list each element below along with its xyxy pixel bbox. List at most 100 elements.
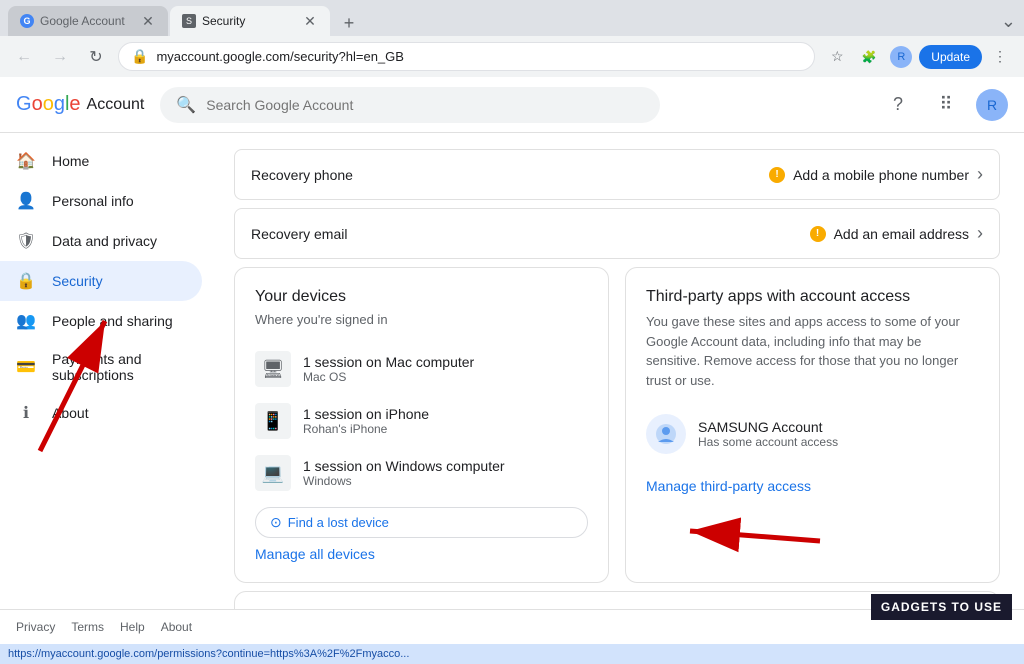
recovery-phone-action: Add a mobile phone number [793,167,969,183]
find-device-label: Find a lost device [288,515,389,530]
recovery-phone-status: ! Add a mobile phone number › [769,164,983,185]
tab-bar: G Google Account ✕ S Security ✕ + ⌄ [0,0,1024,36]
sidebar-label-privacy: Data and privacy [52,233,157,249]
footer-about-link[interactable]: About [161,620,192,634]
samsung-app-item: SAMSUNG Account Has some account access [646,406,979,462]
sidebar-item-payments[interactable]: 💳 Payments and subscriptions [0,341,202,393]
recovery-phone-row[interactable]: Recovery phone ! Add a mobile phone numb… [234,149,1000,200]
sidebar-item-home[interactable]: 🏠 Home [0,141,202,181]
device-info-iphone: 1 session on iPhone Rohan's iPhone [303,406,588,436]
back-button[interactable]: ← [10,43,38,71]
device-type-mac: Mac OS [303,370,588,384]
recovery-email-row[interactable]: Recovery email ! Add an email address › [234,208,1000,259]
manage-third-party-link[interactable]: Manage third-party access [646,478,979,494]
device-info-mac: 1 session on Mac computer Mac OS [303,354,588,384]
header-account-label: Account [87,96,145,114]
avatar[interactable]: R [976,89,1008,121]
info-icon: ℹ [16,403,36,423]
warning-dot-email: ! [810,226,826,242]
people-icon: 👥 [16,311,36,331]
sidebar-label-about: About [52,405,89,421]
home-icon: 🏠 [16,151,36,171]
warning-dot-phone: ! [769,167,785,183]
samsung-app-icon [646,414,686,454]
tab1-title: Google Account [40,14,134,28]
tab1-close[interactable]: ✕ [140,13,156,29]
recovery-phone-label: Recovery phone [251,167,769,183]
footer-help-link[interactable]: Help [120,620,145,634]
sidebar: 🏠 Home 👤 Personal info 🛡 Data and privac… [0,133,210,609]
device-name-iphone: 1 session on iPhone [303,406,588,422]
sidebar-item-security[interactable]: 🔒 Security [0,261,202,301]
logo-g2-letter: g [54,93,65,115]
tab2-title: Security [202,14,296,28]
sidebar-item-people-sharing[interactable]: 👥 People and sharing [0,301,202,341]
device-name-windows: 1 session on Windows computer [303,458,588,474]
search-input[interactable] [206,97,644,113]
devices-card: Your devices Where you're signed in 🖥 1 … [234,267,609,583]
payment-icon: 💳 [16,357,36,377]
sidebar-label-payments: Payments and subscriptions [52,351,186,383]
samsung-app-info: SAMSUNG Account Has some account access [698,419,979,449]
mac-icon: 🖥 [255,351,291,387]
status-bar: https://myaccount.google.com/permissions… [0,644,1024,664]
devices-card-subtitle: Where you're signed in [255,312,588,327]
tab-overflow-button[interactable]: ⌄ [1001,11,1016,32]
sidebar-item-data-privacy[interactable]: 🛡 Data and privacy [0,221,202,261]
device-type-iphone: Rohan's iPhone [303,422,588,436]
chevron-right-email: › [977,223,983,244]
third-party-description: You gave these sites and apps access to … [646,312,979,390]
samsung-app-access: Has some account access [698,435,979,449]
recovery-email-action: Add an email address [834,226,969,242]
sidebar-label-home: Home [52,153,89,169]
browser-toolbar: ← → ↻ 🔒 myaccount.google.com/security?hl… [0,36,1024,77]
update-button[interactable]: Update [919,45,982,69]
sidebar-item-about[interactable]: ℹ About [0,393,202,433]
person-icon: 👤 [16,191,36,211]
find-device-button[interactable]: ⊙ Find a lost device [255,507,588,538]
manage-devices-link[interactable]: Manage all devices [255,546,588,562]
iphone-icon: 📱 [255,403,291,439]
lock-nav-icon: 🔒 [16,271,36,291]
app-header: Google Account 🔍 ? ⠿ R [0,77,1024,133]
devices-card-title: Your devices [255,288,588,306]
toolbar-actions: ☆ 🧩 R Update ⋮ [823,43,1014,71]
device-info-windows: 1 session on Windows computer Windows [303,458,588,488]
header-right: ? ⠿ R [880,87,1008,123]
reload-button[interactable]: ↻ [82,43,110,71]
profile-icon[interactable]: R [887,43,915,71]
samsung-app-name: SAMSUNG Account [698,419,979,435]
footer-privacy-link[interactable]: Privacy [16,620,55,634]
logo-e-letter: e [69,93,80,115]
google-logo: Google Account [16,93,144,116]
sidebar-label-people: People and sharing [52,313,173,329]
search-icon: 🔍 [176,95,196,115]
third-party-card: Third-party apps with account access You… [625,267,1000,583]
extensions-icon[interactable]: 🧩 [855,43,883,71]
logo-o2-letter: o [43,93,54,115]
tab2-close[interactable]: ✕ [302,13,318,29]
search-box[interactable]: 🔍 [160,87,660,123]
sidebar-item-personal-info[interactable]: 👤 Personal info [0,181,202,221]
forward-button[interactable]: → [46,43,74,71]
tab-1[interactable]: G Google Account ✕ [8,6,168,36]
address-bar[interactable]: 🔒 myaccount.google.com/security?hl=en_GB [118,42,815,71]
tab2-favicon: S [182,14,196,28]
device-type-windows: Windows [303,474,588,488]
status-url: https://myaccount.google.com/permissions… [8,648,409,660]
chevron-right-phone: › [977,164,983,185]
menu-icon[interactable]: ⋮ [986,43,1014,71]
sidebar-label-personal: Personal info [52,193,134,209]
apps-icon[interactable]: ⠿ [928,87,964,123]
logo-g-letter: G [16,93,32,115]
main-content: Recovery phone ! Add a mobile phone numb… [210,133,1024,609]
cards-grid: Your devices Where you're signed in 🖥 1 … [234,267,1000,583]
new-tab-button[interactable]: + [336,10,362,36]
bookmark-icon[interactable]: ☆ [823,43,851,71]
footer-terms-link[interactable]: Terms [71,620,104,634]
address-text: myaccount.google.com/security?hl=en_GB [156,49,802,64]
device-item-windows: 💻 1 session on Windows computer Windows [255,447,588,499]
tab-2[interactable]: S Security ✕ [170,6,330,36]
help-icon[interactable]: ? [880,87,916,123]
windows-icon: 💻 [255,455,291,491]
